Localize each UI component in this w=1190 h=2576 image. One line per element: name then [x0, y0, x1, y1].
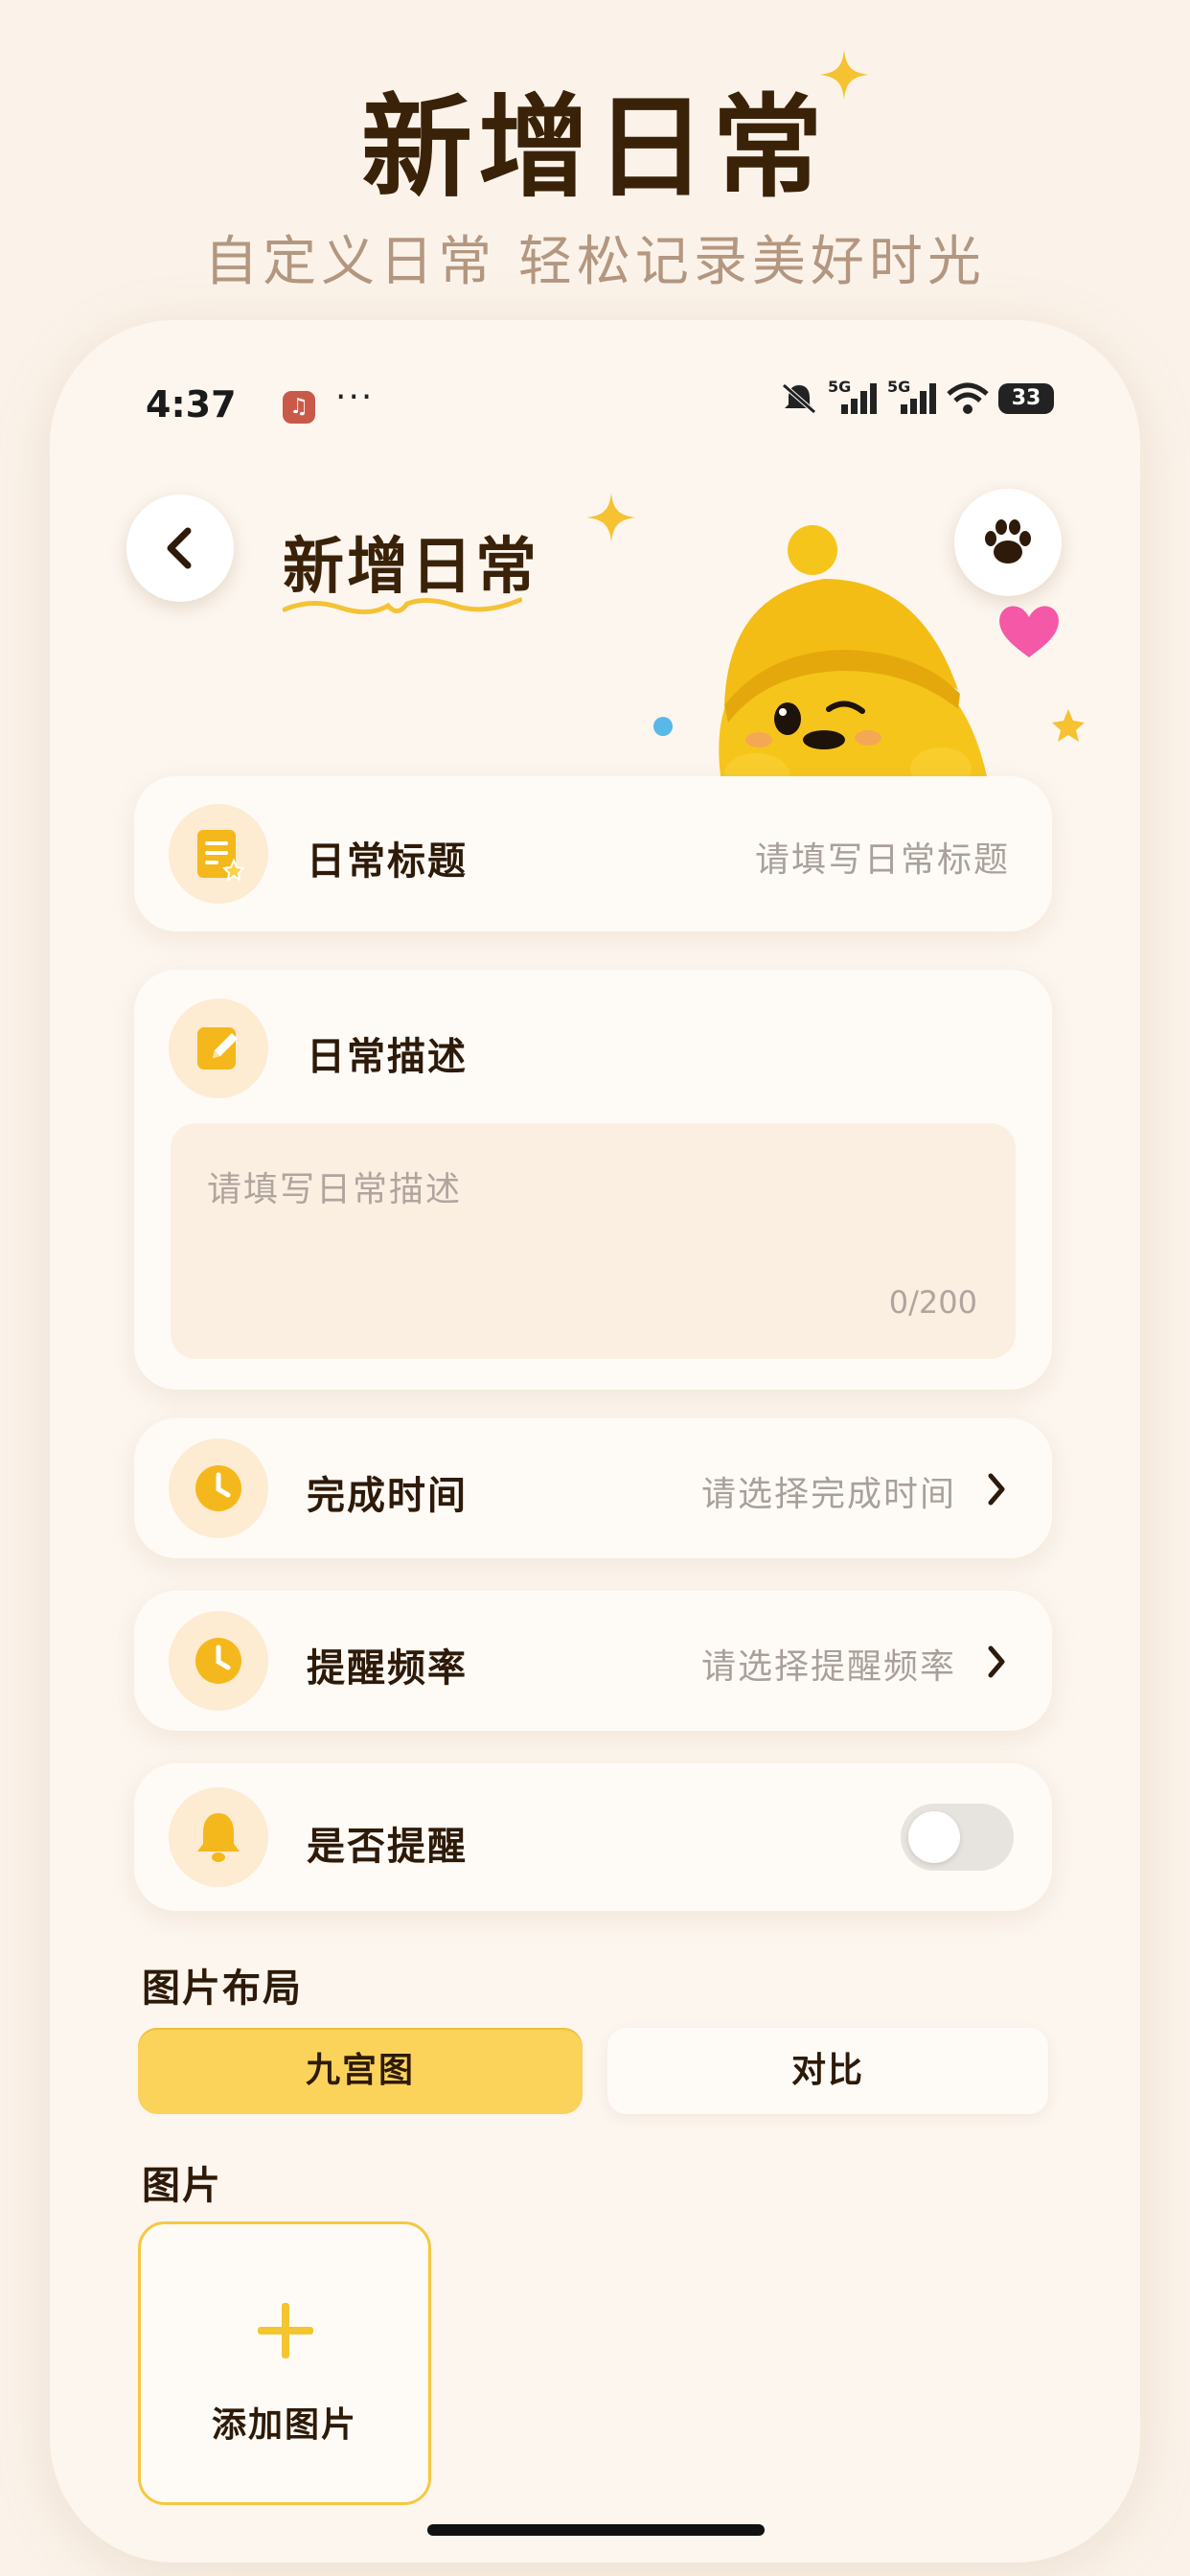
time-icon-bubble: [169, 1438, 268, 1538]
document-star-icon: [197, 830, 245, 882]
title-icon-bubble: [169, 804, 268, 904]
cellular-signal-1: 5G: [828, 378, 878, 416]
completion-time-value: 请选择完成时间: [700, 1475, 956, 1514]
description-textarea[interactable]: 请填写日常描述 0/200: [171, 1123, 1016, 1359]
description-field-card: 日常描述 请填写日常描述 0/200: [134, 970, 1052, 1390]
reminder-toggle-row: 是否提醒: [134, 1763, 1052, 1911]
layout-option-compare[interactable]: 对比: [607, 2028, 1048, 2114]
description-char-counter: 0/200: [888, 1284, 977, 1321]
add-image-label: 添加图片: [211, 2405, 357, 2445]
back-button[interactable]: [126, 494, 234, 602]
reminder-toggle-switch[interactable]: [901, 1804, 1014, 1871]
reminder-frequency-label: 提醒频率: [307, 1646, 468, 1690]
description-field-label: 日常描述: [307, 1035, 468, 1079]
description-icon-bubble: [169, 999, 268, 1098]
music-app-icon: ♫: [283, 391, 315, 424]
toggle-knob: [908, 1811, 960, 1863]
title-field-input[interactable]: 请填写日常标题: [755, 832, 1010, 882]
title-field-card[interactable]: 日常标题 请填写日常标题: [134, 776, 1052, 932]
battery-indicator: 33: [998, 383, 1054, 414]
images-section-label: 图片: [142, 2164, 222, 2208]
bell-icon: [197, 1813, 240, 1862]
clock-icon: [195, 1465, 241, 1511]
signal-1-label: 5G: [828, 378, 852, 396]
description-placeholder: 请填写日常描述: [207, 1170, 463, 1209]
mascot-illustration: [653, 525, 1085, 786]
signal-2-label: 5G: [887, 378, 911, 396]
hero-subtitle: 自定义日常 轻松记录美好时光: [204, 231, 986, 293]
image-layout-label: 图片布局: [142, 1966, 303, 2011]
clock-icon: [195, 1638, 241, 1684]
layout-option-grid[interactable]: 九宫图: [138, 2028, 583, 2114]
edit-note-icon: [197, 1027, 238, 1070]
status-time: 4:37: [146, 383, 237, 426]
sparkle-icon: [586, 493, 636, 542]
reminder-frequency-row[interactable]: 提醒频率 请选择提醒频率: [134, 1591, 1052, 1731]
chevron-right-icon: [988, 1645, 1005, 1678]
more-notifications-icon: ···: [335, 378, 375, 417]
home-indicator[interactable]: [427, 2524, 765, 2536]
completion-time-label: 完成时间: [307, 1474, 468, 1518]
chevron-right-icon: [988, 1473, 1005, 1506]
frequency-icon-bubble: [169, 1611, 268, 1711]
reminder-toggle-label: 是否提醒: [307, 1825, 468, 1869]
cellular-signal-2: 5G: [887, 378, 937, 416]
title-field-label: 日常标题: [307, 840, 468, 884]
status-bar: 4:37 ♫ ··· 5G 5G 33: [96, 374, 1054, 441]
wifi-icon: [947, 382, 989, 414]
status-right-group: 5G 5G 33: [780, 378, 1054, 416]
title-underline-squiggle: [283, 597, 522, 614]
completion-time-row[interactable]: 完成时间 请选择完成时间: [134, 1418, 1052, 1558]
reminder-frequency-value: 请选择提醒频率: [700, 1647, 956, 1687]
bell-icon-bubble: [169, 1787, 268, 1887]
sparkle-icon: [819, 50, 869, 100]
plus-icon: [258, 2303, 313, 2358]
chevron-left-icon: [167, 527, 192, 569]
hero-title: 新增日常: [361, 83, 829, 213]
add-image-button[interactable]: 添加图片: [138, 2221, 431, 2505]
mute-bell-icon: [782, 383, 816, 414]
